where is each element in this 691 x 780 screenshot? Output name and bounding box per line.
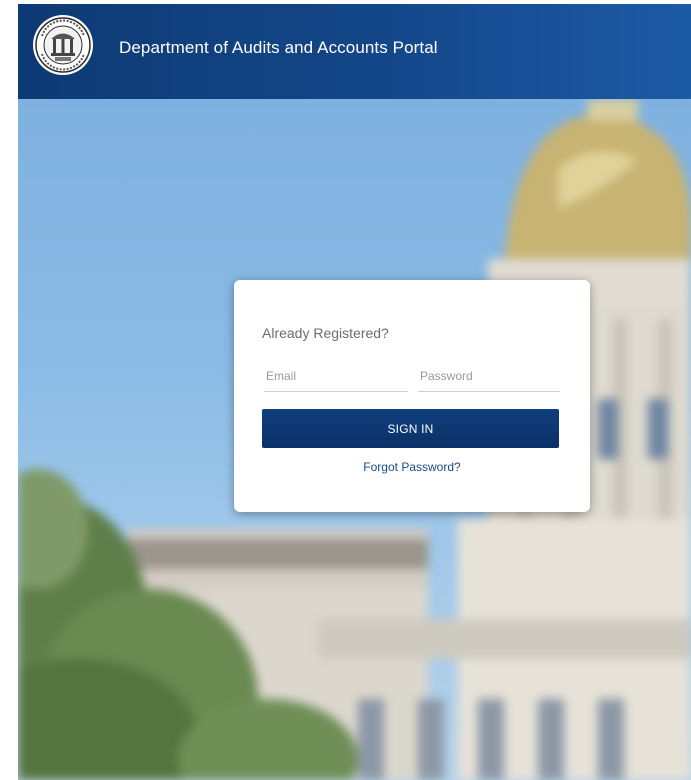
forgot-password-link[interactable]: Forgot Password? bbox=[234, 460, 590, 474]
page-frame: Department of Audits and Accounts Portal bbox=[18, 4, 691, 780]
password-field[interactable] bbox=[418, 360, 560, 392]
login-heading: Already Registered? bbox=[262, 325, 389, 341]
portal-title: Department of Audits and Accounts Portal bbox=[119, 38, 438, 57]
email-field[interactable] bbox=[264, 360, 408, 392]
top-header: Department of Audits and Accounts Portal bbox=[18, 4, 691, 99]
login-card: Already Registered? SIGN IN Forgot Passw… bbox=[234, 280, 590, 512]
state-seal-logo bbox=[33, 15, 93, 75]
sign-in-button[interactable]: SIGN IN bbox=[262, 409, 559, 448]
